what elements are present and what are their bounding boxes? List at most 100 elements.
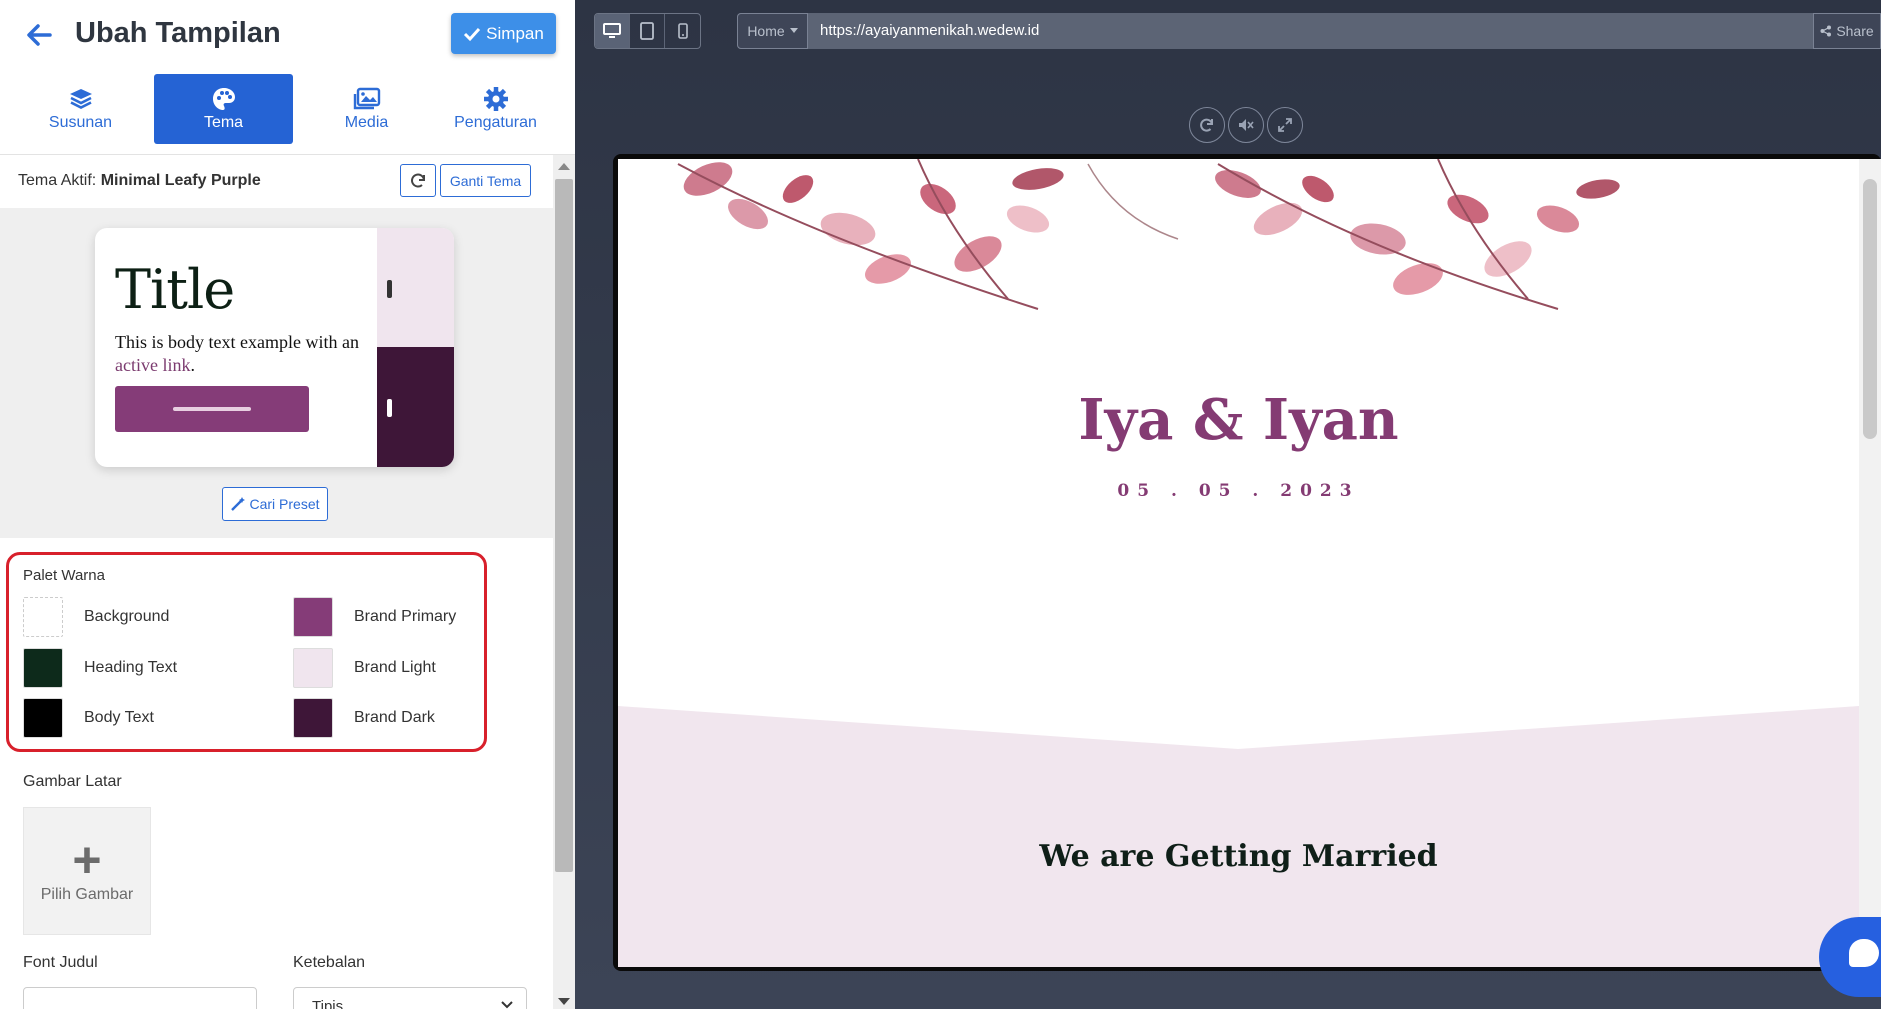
site-scrollbar[interactable] <box>1859 159 1881 967</box>
palette-title: Palet Warna <box>23 567 105 584</box>
editor-scroll-area: Tema Aktif: Minimal Leafy Purple Ganti T… <box>0 155 553 1009</box>
palette-item-brand-light[interactable]: Brand Light <box>293 648 436 688</box>
palette-label: Brand Primary <box>354 608 457 625</box>
site-hero-section: Iya & Iyan 05 . 05 . 2023 <box>618 159 1881 704</box>
desktop-view-button[interactable] <box>595 14 630 48</box>
color-swatch-brand-primary[interactable] <box>293 597 333 637</box>
heading-font-label: Font Judul <box>23 954 98 971</box>
palette-item-background[interactable]: Background <box>23 597 169 637</box>
palette-item-heading-text[interactable]: Heading Text <box>23 648 177 688</box>
tablet-view-button[interactable] <box>630 14 665 48</box>
site-preview[interactable]: Iya & Iyan 05 . 05 . 2023 We are Getting… <box>618 159 1881 967</box>
tab-pengaturan[interactable]: Pengaturan <box>426 74 565 144</box>
palette-label: Brand Dark <box>354 709 435 726</box>
preview-button <box>115 386 309 432</box>
section-heading: We are Getting Married <box>1039 839 1438 874</box>
gear-icon <box>483 87 508 111</box>
page-title: Ubah Tampilan <box>75 17 281 49</box>
save-button-label: Simpan <box>486 23 544 43</box>
palette-item-body-text[interactable]: Body Text <box>23 698 154 738</box>
site-intro-section <box>618 704 1859 967</box>
preview-body-before: This is body text example with an <box>115 332 359 352</box>
heading-font-input[interactable] <box>23 987 257 1009</box>
active-theme-label: Tema Aktif: Minimal Leafy Purple <box>18 172 261 190</box>
tab-label: Media <box>344 114 389 131</box>
volume-mute-icon <box>1239 119 1254 131</box>
site-scrollbar-thumb[interactable] <box>1863 179 1877 439</box>
caret-down-icon <box>789 28 798 33</box>
font-weight-value: Tipis <box>312 998 344 1009</box>
tab-label: Tema <box>203 114 244 131</box>
pick-image-label: Pilih Gambar <box>40 886 134 903</box>
preview-body-text: This is body text example with an active… <box>115 331 370 377</box>
mobile-view-button[interactable] <box>665 14 700 48</box>
check-icon <box>464 27 481 41</box>
preview-brand-dark-strip <box>377 347 454 467</box>
palette-item-brand-primary[interactable]: Brand Primary <box>293 597 456 637</box>
palette-icon <box>212 88 235 110</box>
fullscreen-button[interactable] <box>1267 107 1303 143</box>
color-swatch-body-text[interactable] <box>23 698 63 738</box>
editor-header: Ubah Tampilan Simpan <box>0 0 575 72</box>
palette-label: Brand Light <box>354 659 436 676</box>
scroll-up-arrow[interactable] <box>558 163 570 170</box>
plus-icon: + <box>72 832 102 888</box>
font-weight-select[interactable]: Tipis <box>293 987 527 1009</box>
preview-link: active link <box>115 355 191 375</box>
floral-decoration <box>677 159 1620 310</box>
tab-label: Pengaturan <box>454 114 537 131</box>
editor-panel: Ubah Tampilan Simpan Susunan Tema Media … <box>0 0 575 1009</box>
palette-item-brand-dark[interactable]: Brand Dark <box>293 698 435 738</box>
share-button[interactable]: Share <box>1813 13 1881 49</box>
tab-media[interactable]: Media <box>297 74 436 144</box>
back-button[interactable] <box>22 18 56 52</box>
share-label: Share <box>1836 23 1874 39</box>
preview-title: Title <box>115 258 235 321</box>
wedding-date: 05 . 05 . 2023 <box>1117 481 1360 501</box>
arrow-left-icon <box>27 24 52 46</box>
editor-scrollbar[interactable] <box>553 155 575 1009</box>
color-swatch-background[interactable] <box>23 597 63 637</box>
save-button[interactable]: Simpan <box>451 13 556 54</box>
device-switcher <box>594 13 701 49</box>
color-swatch-heading-text[interactable] <box>23 648 63 688</box>
layers-icon <box>69 89 92 109</box>
preview-controls <box>1189 107 1305 145</box>
palette-label: Background <box>84 608 170 625</box>
pick-image-button[interactable]: + Pilih Gambar <box>23 807 151 935</box>
scroll-down-arrow[interactable] <box>558 998 570 1005</box>
tab-label: Susunan <box>48 114 113 131</box>
preview-url[interactable]: https://ayaiyanmenikah.wedew.id <box>820 22 1039 39</box>
expand-icon <box>1278 118 1292 132</box>
palette-label: Body Text <box>84 709 154 726</box>
search-preset-button[interactable]: Cari Preset <box>222 487 328 521</box>
desktop-icon <box>603 23 621 38</box>
scrollbar-thumb[interactable] <box>555 179 573 872</box>
tab-tema[interactable]: Tema <box>154 74 293 144</box>
chevron-down-icon <box>501 1001 513 1009</box>
palette-label: Heading Text <box>84 659 178 676</box>
change-theme-button[interactable]: Ganti Tema <box>440 164 531 197</box>
preview-brand-light-strip <box>377 228 454 347</box>
search-preset-label: Cari Preset <box>249 496 320 512</box>
refresh-theme-button[interactable] <box>400 164 436 197</box>
preview-panel: Home https://ayaiyanmenikah.wedew.id Sha… <box>575 0 1881 1009</box>
couple-names: Iya & Iyan <box>1078 387 1399 453</box>
mobile-icon <box>677 23 688 39</box>
reload-icon <box>1200 118 1213 132</box>
color-swatch-brand-light[interactable] <box>293 648 333 688</box>
tab-susunan[interactable]: Susunan <box>11 74 150 144</box>
tablet-icon <box>640 22 654 40</box>
active-theme-prefix: Tema Aktif: <box>18 172 97 189</box>
chat-bubble-icon <box>1849 939 1879 967</box>
mute-button[interactable] <box>1228 107 1264 143</box>
reload-preview-button[interactable] <box>1189 107 1225 143</box>
active-theme-name: Minimal Leafy Purple <box>100 172 261 189</box>
color-swatch-brand-dark[interactable] <box>293 698 333 738</box>
font-weight-label: Ketebalan <box>293 954 366 971</box>
section-divider <box>618 704 1859 749</box>
page-select-dropdown[interactable]: Home <box>737 13 808 49</box>
preview-body-after: . <box>190 355 195 375</box>
share-icon <box>1820 25 1832 37</box>
magic-wand-icon <box>231 497 246 511</box>
